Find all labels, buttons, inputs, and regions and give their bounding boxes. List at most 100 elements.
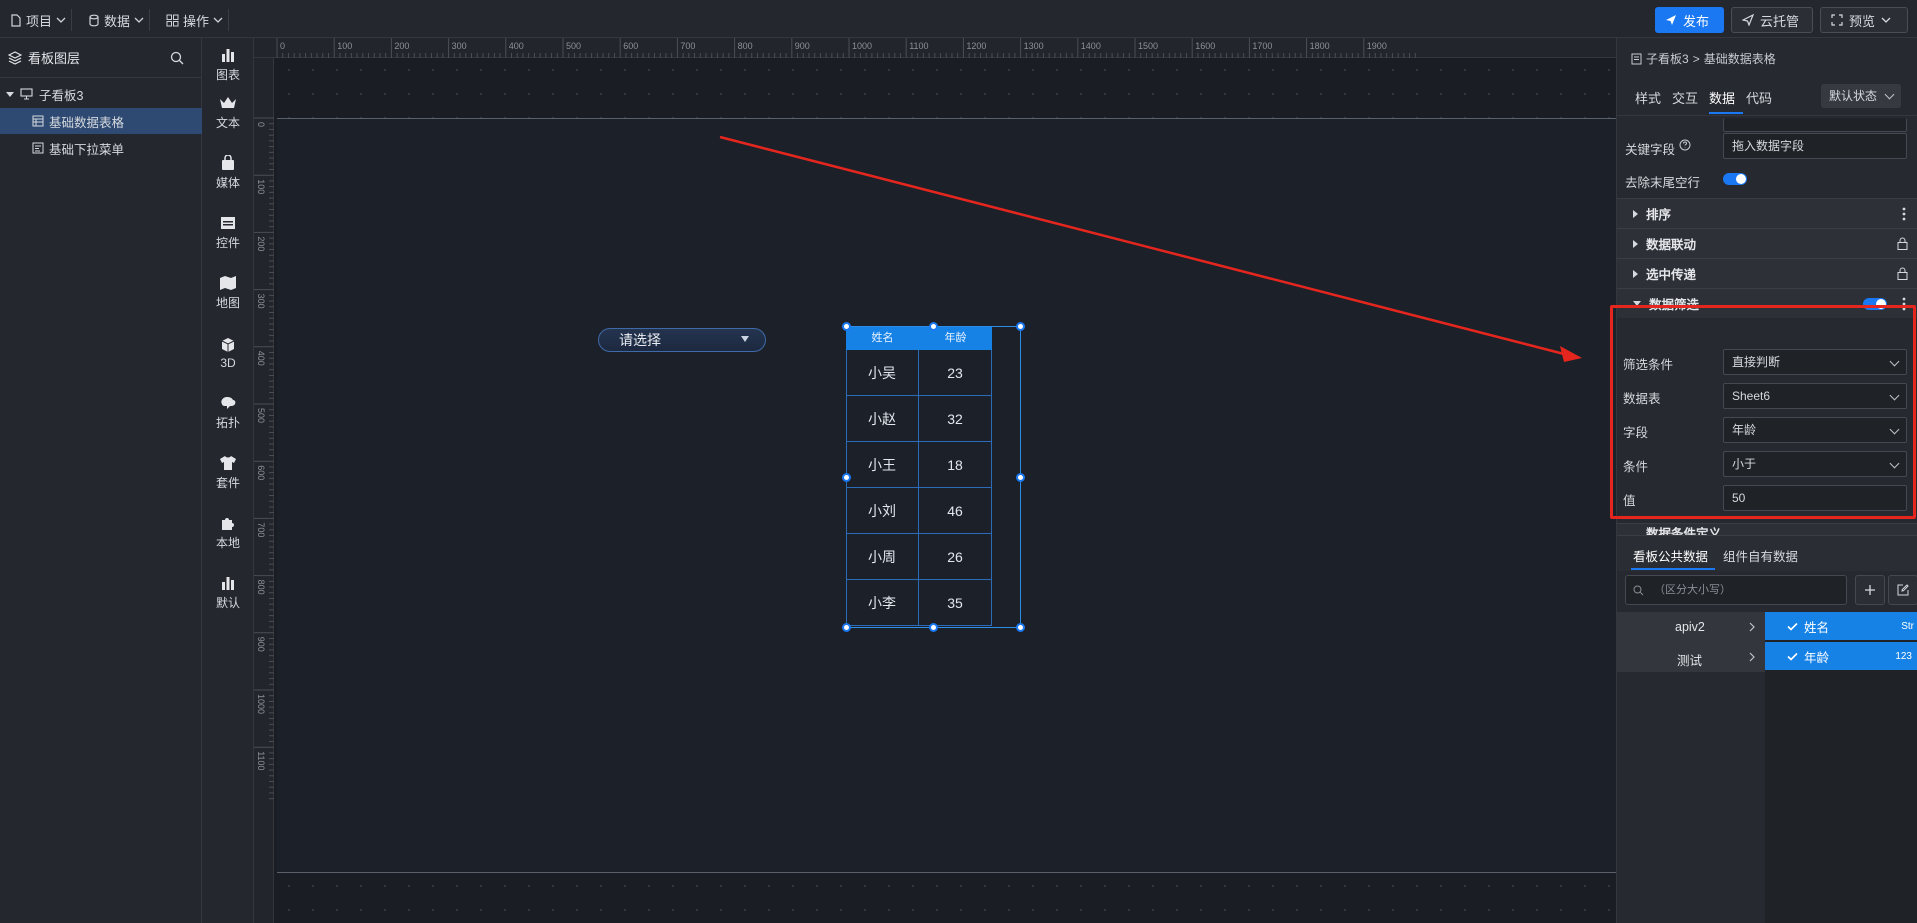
board-icon — [1631, 53, 1642, 64]
data-source-item[interactable]: 测试 — [1617, 642, 1765, 672]
help-icon[interactable] — [1679, 139, 1691, 151]
ruler-label: 500 — [256, 408, 266, 423]
section-pass[interactable]: 选中传递 — [1617, 258, 1917, 288]
rail-label: 3D — [220, 355, 236, 370]
brain-icon — [221, 397, 236, 409]
menu-data-label: 数据 — [104, 13, 131, 29]
table-cell: 46 — [919, 488, 992, 533]
field-item[interactable]: 年龄 123 — [1765, 642, 1917, 670]
field-type: Str — [1901, 620, 1914, 632]
ruler-label: 200 — [394, 41, 409, 51]
ruler-label: 1000 — [256, 694, 266, 714]
rail-text[interactable]: 文本 — [202, 90, 254, 136]
section-sort[interactable]: 排序 — [1617, 198, 1917, 228]
rail-control[interactable]: 控件 — [202, 210, 254, 256]
ruler-label: 800 — [738, 41, 753, 51]
ruler-label: 1400 — [1081, 41, 1101, 51]
monitor-icon — [20, 88, 33, 100]
chevron-down-icon — [1881, 17, 1891, 23]
rail-chart[interactable]: 图表 — [202, 42, 254, 88]
chevron-down-icon — [1884, 89, 1895, 100]
rail-default[interactable]: 默认 — [202, 570, 254, 616]
add-data-button[interactable] — [1855, 575, 1885, 605]
preview-button[interactable]: 预览 — [1820, 7, 1908, 33]
rail-label: 默认 — [215, 596, 240, 610]
publish-button[interactable]: 发布 — [1655, 7, 1724, 33]
table-header: 姓名 年龄 — [846, 327, 992, 350]
resize-handle-s[interactable] — [929, 623, 938, 632]
table-border-line — [846, 350, 847, 628]
tree-root-board[interactable]: 子看板3 — [0, 81, 202, 107]
cloud-host-button[interactable]: 云托管 — [1731, 7, 1813, 33]
tab-style[interactable]: 样式 — [1635, 88, 1661, 107]
ruler-label: 500 — [566, 41, 581, 51]
trim-toggle[interactable] — [1723, 173, 1747, 185]
data-search-input[interactable]: （区分大小写） — [1625, 575, 1847, 605]
resize-handle-n[interactable] — [929, 322, 938, 331]
shirt-icon — [220, 456, 236, 470]
tab-interaction[interactable]: 交互 — [1672, 88, 1698, 107]
tab-own-data[interactable]: 组件自有数据 — [1723, 546, 1798, 565]
table-cell: 35 — [919, 580, 992, 625]
key-field-input[interactable]: 拖入数据字段 — [1723, 133, 1907, 159]
bag-icon — [222, 155, 234, 170]
cloud-host-label: 云托管 — [1760, 13, 1800, 29]
layers-title: 看板图层 — [28, 51, 81, 66]
edit-data-button[interactable] — [1888, 575, 1917, 605]
rail-media[interactable]: 媒体 — [202, 150, 254, 196]
caret-right-icon — [1633, 239, 1638, 248]
bar-chart-icon — [222, 49, 234, 62]
ruler-vertical-ticks: 0 100 200 300 400 500 600 700 800 900 1000 1100 — [254, 117, 274, 800]
section-partial[interactable]: 数据条件定义 — [1617, 523, 1917, 535]
menu-operate[interactable]: 操作 — [166, 9, 230, 31]
resize-handle-w[interactable] — [842, 473, 851, 482]
upper-field-input[interactable] — [1723, 118, 1907, 132]
send-icon — [1742, 14, 1754, 26]
section-link[interactable]: 数据联动 — [1617, 228, 1917, 258]
ruler-label: 600 — [623, 41, 638, 51]
data-source-item[interactable]: apiv2 — [1617, 612, 1765, 642]
rail-suite[interactable]: 套件 — [202, 450, 254, 496]
data-source-label: apiv2 — [1675, 620, 1705, 634]
file-icon — [11, 13, 21, 27]
table-row: 小周 26 — [846, 534, 992, 580]
plus-icon — [1865, 585, 1875, 595]
menu-data[interactable]: 数据 — [88, 9, 151, 31]
chevron-down-icon — [56, 17, 66, 23]
rail-topology[interactable]: 拓扑 — [202, 390, 254, 436]
more-vertical-icon[interactable] — [1902, 207, 1906, 221]
ruler-label: 1700 — [1252, 41, 1272, 51]
tab-data[interactable]: 数据 — [1709, 88, 1735, 107]
table-cell: 小周 — [846, 534, 919, 579]
field-item[interactable]: 姓名 Str — [1765, 612, 1917, 640]
ruler-horizontal: 0 100 200 300 400 500 600 700 800 900 1000 1100 1200… — [254, 38, 1616, 58]
breadcrumb: 子看板3 > 基础数据表格 — [1631, 50, 1776, 67]
resize-handle-e[interactable] — [1016, 473, 1025, 482]
rail-3d[interactable]: 3D — [202, 330, 254, 376]
resize-handle-se[interactable] — [1016, 623, 1025, 632]
tree-item-table[interactable]: 基础数据表格 — [0, 108, 202, 134]
resize-handle-ne[interactable] — [1016, 322, 1025, 331]
search-icon[interactable] — [170, 51, 184, 65]
table-row: 小赵 32 — [846, 396, 992, 442]
table-cell: 小李 — [846, 580, 919, 625]
chevron-right-icon — [1749, 622, 1755, 632]
rail-map[interactable]: 地图 — [202, 270, 254, 316]
dropdown-widget[interactable]: 请选择 — [598, 328, 766, 352]
canvas-area[interactable]: 0 100 200 300 400 500 600 700 800 900 1000 1100 1200… — [254, 38, 1616, 923]
resize-handle-sw[interactable] — [842, 623, 851, 632]
rail-local[interactable]: 本地 — [202, 510, 254, 556]
ruler-label: 100 — [337, 41, 352, 51]
tab-code[interactable]: 代码 — [1746, 88, 1772, 107]
breadcrumb-root[interactable]: 子看板3 — [1646, 50, 1689, 67]
state-select[interactable]: 默认状态 — [1821, 84, 1901, 108]
puzzle-icon — [222, 518, 234, 530]
annotation-highlight-box — [1610, 305, 1916, 519]
tab-public-data[interactable]: 看板公共数据 — [1633, 546, 1708, 565]
table-cell: 18 — [919, 442, 992, 487]
field-list: 姓名 Str 年龄 123 — [1765, 612, 1917, 923]
tree-item-dropdown[interactable]: 基础下拉菜单 — [0, 135, 202, 161]
menu-project[interactable]: 项目 — [10, 9, 73, 31]
layers-panel: 看板图层 子看板3 基础数据表格 基础下拉菜单 — [0, 38, 202, 923]
resize-handle-nw[interactable] — [842, 322, 851, 331]
